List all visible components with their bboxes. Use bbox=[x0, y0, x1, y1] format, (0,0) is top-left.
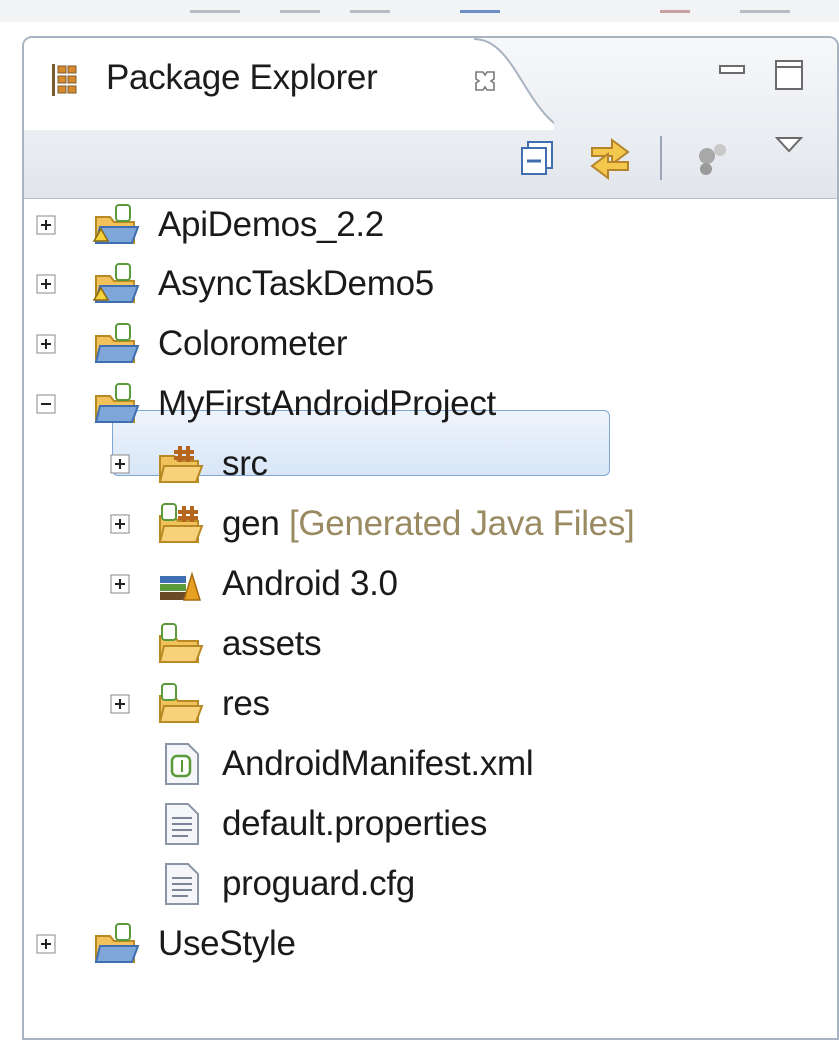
collapse-all-icon[interactable] bbox=[518, 138, 558, 178]
tree-item-apidemos[interactable]: ApiDemos_2.2 bbox=[24, 197, 724, 255]
expand-icon[interactable] bbox=[36, 334, 56, 354]
tree-item-label: ApiDemos_2.2 bbox=[158, 205, 384, 244]
source-folder-icon bbox=[158, 446, 204, 483]
view-title: Package Explorer bbox=[106, 58, 378, 97]
gen-label: gen bbox=[222, 504, 280, 543]
expand-icon[interactable] bbox=[110, 454, 130, 474]
tree-item-label: Colorometer bbox=[158, 324, 348, 363]
tree-item-res[interactable]: res bbox=[24, 676, 724, 734]
toolbar-button-fragment[interactable] bbox=[280, 0, 320, 13]
package-explorer-icon bbox=[52, 64, 77, 96]
package-explorer-view: Package Explorer ApiDemos_2.2 AsyncTaskD… bbox=[22, 36, 839, 1040]
view-menu-icon[interactable] bbox=[774, 134, 804, 156]
top-toolbar-strip bbox=[0, 0, 839, 22]
tree-item-colorometer[interactable]: Colorometer bbox=[24, 316, 724, 374]
tree-item-src[interactable]: src bbox=[24, 436, 724, 494]
maximize-icon[interactable] bbox=[772, 58, 808, 94]
expand-icon[interactable] bbox=[110, 514, 130, 534]
tree-item-assets[interactable]: assets bbox=[24, 616, 724, 674]
collapse-icon[interactable] bbox=[36, 394, 56, 414]
tree-item-android-library[interactable]: Android 3.0 bbox=[24, 556, 724, 614]
text-file-icon bbox=[165, 863, 199, 905]
gen-decoration: [Generated Java Files] bbox=[288, 504, 635, 543]
expand-icon[interactable] bbox=[36, 274, 56, 294]
folder-icon bbox=[158, 623, 204, 663]
close-icon[interactable] bbox=[472, 68, 498, 94]
tree-item-myfirstandroidproject[interactable]: MyFirstAndroidProject bbox=[24, 376, 724, 434]
expand-icon[interactable] bbox=[110, 574, 130, 594]
project-warning-icon bbox=[92, 263, 140, 303]
toolbar-button-fragment[interactable] bbox=[660, 0, 690, 13]
view-tab[interactable]: Package Explorer bbox=[24, 38, 554, 130]
text-file-icon bbox=[165, 803, 199, 845]
tree-item-usestyle[interactable]: UseStyle bbox=[24, 916, 724, 974]
gen-folder-icon bbox=[158, 503, 204, 543]
project-icon bbox=[94, 383, 140, 423]
tree-item-label: UseStyle bbox=[158, 924, 296, 963]
project-warning-icon bbox=[92, 204, 140, 244]
expand-icon[interactable] bbox=[110, 694, 130, 714]
tree-item-label: MyFirstAndroidProject bbox=[158, 384, 496, 423]
toolbar-button-fragment[interactable] bbox=[460, 0, 500, 13]
tree-item-label: src bbox=[222, 444, 268, 483]
minimize-icon[interactable] bbox=[716, 58, 750, 88]
tree-item-proguard[interactable]: proguard.cfg bbox=[24, 856, 724, 914]
view-header: Package Explorer bbox=[24, 38, 837, 199]
tree-item-default-properties[interactable]: default.properties bbox=[24, 796, 724, 854]
tree-item-label: default.properties bbox=[222, 804, 488, 843]
tree-item-gen[interactable]: gen [Generated Java Files] bbox=[24, 496, 744, 554]
tree-item-manifest[interactable]: AndroidManifest.xml bbox=[24, 736, 724, 794]
library-icon bbox=[160, 571, 202, 601]
toolbar-button-fragment[interactable] bbox=[350, 0, 390, 13]
tree-item-label: assets bbox=[222, 624, 322, 663]
manifest-file-icon bbox=[165, 743, 199, 785]
toolbar-button-fragment[interactable] bbox=[740, 0, 790, 13]
tree-item-label: AndroidManifest.xml bbox=[222, 744, 534, 783]
link-with-editor-icon[interactable] bbox=[586, 132, 634, 184]
project-icon bbox=[94, 923, 140, 963]
tree-item-asynctaskdemo[interactable]: AsyncTaskDemo5 bbox=[24, 256, 724, 314]
tree-item-label: Android 3.0 bbox=[222, 564, 398, 603]
tree-item-label: AsyncTaskDemo5 bbox=[158, 264, 434, 303]
project-icon bbox=[94, 323, 140, 363]
toolbar-separator bbox=[660, 136, 662, 180]
toolbar-button-fragment[interactable] bbox=[190, 0, 240, 13]
tree-item-label: gen [Generated Java Files] bbox=[222, 504, 635, 544]
expand-icon[interactable] bbox=[36, 934, 56, 954]
tree-item-label: proguard.cfg bbox=[222, 864, 415, 903]
filter-icon[interactable] bbox=[692, 138, 736, 178]
tree-item-label: res bbox=[222, 684, 270, 723]
expand-icon[interactable] bbox=[36, 215, 56, 235]
folder-icon bbox=[158, 683, 204, 723]
